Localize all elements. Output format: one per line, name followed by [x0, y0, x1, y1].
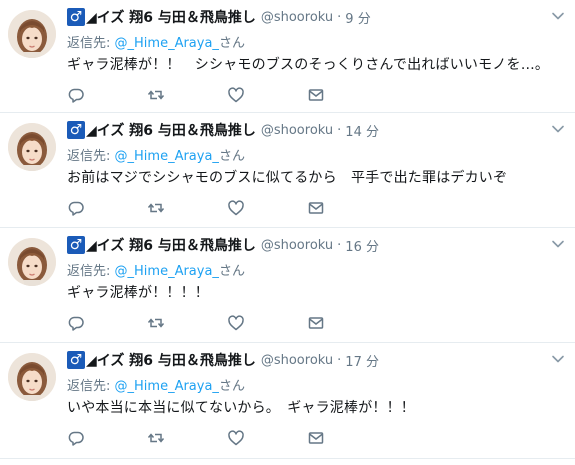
avatar-image: [8, 123, 56, 171]
chevron-down-icon[interactable]: [551, 121, 565, 135]
separator-dot: ·: [337, 122, 342, 138]
reply-context: 返信先: @_Hime_Araya_さん: [67, 260, 245, 279]
tweet[interactable]: ♂ ◢イズ 翔6 与田＆飛鳥推し @shooroku · 17 分 返信先: @…: [0, 343, 575, 459]
male-symbol-badge: ♂: [67, 8, 85, 26]
display-name[interactable]: ◢イズ 翔6 与田＆飛鳥推し: [86, 7, 256, 27]
username[interactable]: @shooroku: [261, 238, 333, 253]
tweet-header: ♂ ◢イズ 翔6 与田＆飛鳥推し @shooroku · 9 分: [67, 6, 371, 28]
reply-icon[interactable]: [67, 86, 85, 104]
reply-prefix: 返信先:: [67, 36, 115, 51]
reply-prefix: 返信先:: [67, 149, 115, 164]
avatar-image: [8, 10, 56, 58]
reply-prefix: 返信先:: [67, 264, 115, 279]
retweet-icon[interactable]: [147, 199, 165, 217]
reply-context: 返信先: @_Hime_Araya_さん: [67, 32, 245, 51]
username[interactable]: @shooroku: [261, 10, 333, 25]
avatar[interactable]: [8, 238, 56, 286]
timestamp[interactable]: 16 分: [345, 236, 379, 255]
envelope-icon[interactable]: [307, 199, 325, 217]
reply-suffix: さん: [218, 379, 245, 394]
tweet-header: ♂ ◢イズ 翔6 与田＆飛鳥推し @shooroku · 14 分: [67, 119, 379, 141]
envelope-icon[interactable]: [307, 86, 325, 104]
tweet-text: お前はマジでシシャモのブスに似てるから 平手で出た罪はデカいぞ: [67, 170, 508, 186]
reply-context: 返信先: @_Hime_Araya_さん: [67, 145, 245, 164]
tweet-text: ギャラ泥棒が！！ シシャモのブスのそっくりさんで出ればいいモノを…。: [67, 57, 550, 73]
reply-icon[interactable]: [67, 314, 85, 332]
timestamp[interactable]: 9 分: [345, 8, 370, 27]
avatar[interactable]: [8, 10, 56, 58]
username[interactable]: @shooroku: [261, 353, 333, 368]
tweet-header: ♂ ◢イズ 翔6 与田＆飛鳥推し @shooroku · 17 分: [67, 349, 379, 371]
reply-handle-link[interactable]: @_Hime_Araya_: [115, 36, 219, 51]
reply-prefix: 返信先:: [67, 379, 115, 394]
chevron-down-icon[interactable]: [551, 8, 565, 22]
reply-context: 返信先: @_Hime_Araya_さん: [67, 375, 245, 394]
retweet-icon[interactable]: [147, 86, 165, 104]
envelope-icon[interactable]: [307, 314, 325, 332]
display-name[interactable]: ◢イズ 翔6 与田＆飛鳥推し: [86, 235, 256, 255]
tweet[interactable]: ♂ ◢イズ 翔6 与田＆飛鳥推し @shooroku · 16 分 返信先: @…: [0, 228, 575, 343]
tweet-header: ♂ ◢イズ 翔6 与田＆飛鳥推し @shooroku · 16 分: [67, 234, 379, 256]
heart-icon[interactable]: [227, 429, 245, 447]
tweet[interactable]: ♂ ◢イズ 翔6 与田＆飛鳥推し @shooroku · 14 分 返信先: @…: [0, 113, 575, 228]
avatar[interactable]: [8, 353, 56, 401]
username[interactable]: @shooroku: [261, 123, 333, 138]
display-name[interactable]: ◢イズ 翔6 与田＆飛鳥推し: [86, 350, 256, 370]
tweet-timeline: ♂ ◢イズ 翔6 与田＆飛鳥推し @shooroku · 9 分 返信先: @_…: [0, 0, 575, 459]
reply-suffix: さん: [218, 36, 245, 51]
separator-dot: ·: [337, 9, 342, 25]
reply-icon[interactable]: [67, 199, 85, 217]
reply-handle-link[interactable]: @_Hime_Araya_: [115, 379, 219, 394]
heart-icon[interactable]: [227, 314, 245, 332]
avatar-image: [8, 353, 56, 401]
chevron-down-icon[interactable]: [551, 236, 565, 250]
tweet-text: いや本当に本当に似てないから。 ギャラ泥棒が！！！: [67, 400, 415, 416]
timestamp[interactable]: 17 分: [345, 351, 379, 370]
male-symbol-badge: ♂: [67, 236, 85, 254]
display-name[interactable]: ◢イズ 翔6 与田＆飛鳥推し: [86, 120, 256, 140]
avatar[interactable]: [8, 123, 56, 171]
separator-dot: ·: [337, 237, 342, 253]
male-symbol-badge: ♂: [67, 121, 85, 139]
envelope-icon[interactable]: [307, 429, 325, 447]
reply-suffix: さん: [218, 149, 245, 164]
separator-dot: ·: [337, 352, 342, 368]
reply-icon[interactable]: [67, 429, 85, 447]
male-symbol-badge: ♂: [67, 351, 85, 369]
reply-handle-link[interactable]: @_Hime_Araya_: [115, 264, 219, 279]
retweet-icon[interactable]: [147, 314, 165, 332]
heart-icon[interactable]: [227, 86, 245, 104]
tweet[interactable]: ♂ ◢イズ 翔6 与田＆飛鳥推し @shooroku · 9 分 返信先: @_…: [0, 0, 575, 113]
chevron-down-icon[interactable]: [551, 351, 565, 365]
timestamp[interactable]: 14 分: [345, 121, 379, 140]
heart-icon[interactable]: [227, 199, 245, 217]
avatar-image: [8, 238, 56, 286]
reply-suffix: さん: [218, 264, 245, 279]
retweet-icon[interactable]: [147, 429, 165, 447]
reply-handle-link[interactable]: @_Hime_Araya_: [115, 149, 219, 164]
tweet-text: ギャラ泥棒が！！！！: [67, 285, 209, 301]
